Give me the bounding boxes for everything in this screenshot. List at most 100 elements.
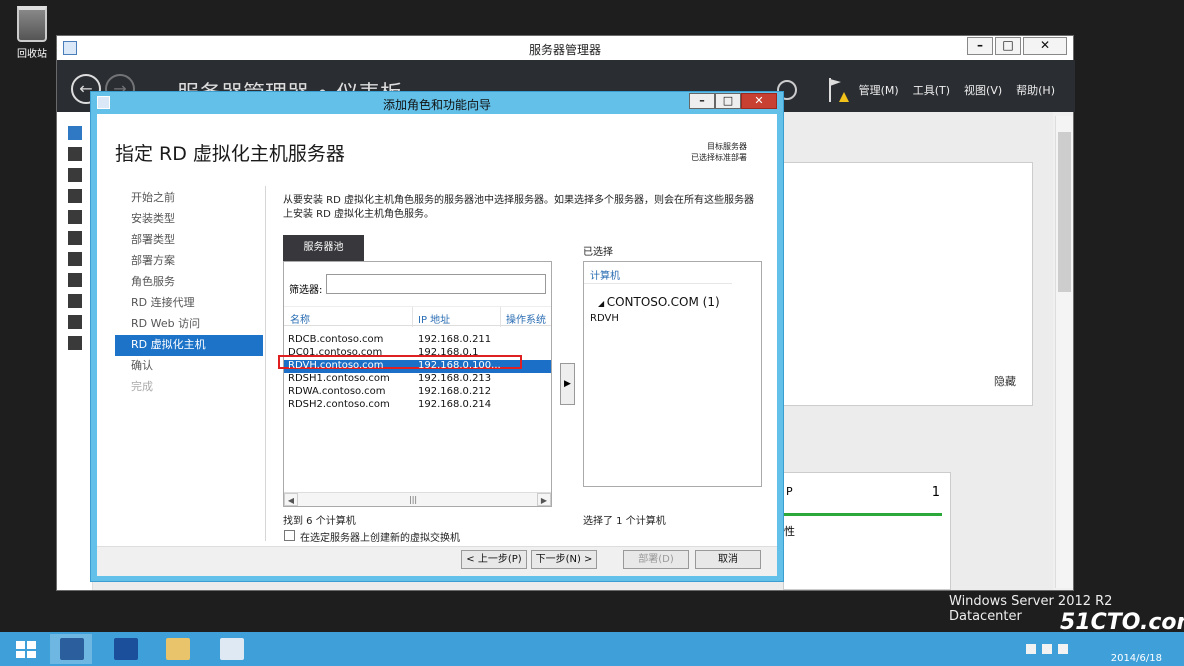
selected-servers-panel: 计算机 ◢ CONTOSO.COM (1) RDVH — [583, 261, 762, 487]
found-count: 找到 6 个计算机 — [283, 516, 356, 527]
server-manager-nav — [57, 112, 93, 590]
local-server-icon[interactable] — [67, 147, 82, 161]
all-servers-icon[interactable] — [67, 168, 82, 182]
hide-link[interactable]: 隐藏 — [994, 373, 1016, 389]
step-confirmation[interactable]: 确认 — [115, 356, 263, 377]
taskbar-explorer[interactable] — [156, 634, 198, 664]
table-row[interactable]: RDSH1.contoso.com 192.168.0.213 — [284, 373, 551, 386]
step-before-you-begin[interactable]: 开始之前 — [115, 188, 263, 209]
recycle-bin-icon — [17, 6, 47, 42]
step-role-services[interactable]: 角色服务 — [115, 272, 263, 293]
tray-network-icon[interactable] — [1042, 644, 1052, 654]
step-results: 完成 — [131, 380, 153, 393]
column-separator[interactable] — [500, 307, 501, 327]
vertical-scrollbar[interactable] — [1055, 116, 1073, 588]
table-row-selected[interactable]: RDVH.contoso.com 192.168.0.100... — [278, 355, 551, 373]
table-row[interactable]: RDWA.contoso.com 192.168.0.212 — [284, 386, 551, 399]
server-ip: 192.168.0.211 — [418, 334, 492, 345]
wizard-close-button[interactable]: ✕ — [741, 93, 777, 109]
tile-count: 1 — [931, 485, 940, 500]
column-name[interactable]: 名称 — [290, 311, 310, 326]
file-services-icon[interactable] — [67, 231, 82, 245]
wizard-body: 指定 RD 虚拟化主机服务器 目标服务器 已选择标准部署 开始之前 安装类型 部… — [97, 114, 777, 576]
hyperv-icon[interactable] — [67, 294, 82, 308]
previous-button[interactable]: < 上一步(P) — [461, 550, 527, 569]
divider — [265, 186, 266, 541]
create-vswitch-label[interactable]: 在选定服务器上创建新的虚拟交换机 — [300, 529, 460, 544]
scroll-left-icon[interactable]: ◀ — [284, 493, 298, 506]
ad-icon[interactable] — [67, 189, 82, 203]
wizard-minimize-button[interactable]: – — [689, 93, 715, 109]
step-deployment-scenario[interactable]: 部署方案 — [115, 251, 263, 272]
column-separator[interactable] — [412, 307, 413, 327]
dashboard-icon[interactable] — [67, 126, 82, 140]
system-tray: 2014/6/18 — [1026, 636, 1176, 664]
wizard-steps: 开始之前 安装类型 部署类型 部署方案 角色服务 RD 连接代理 RD Web … — [115, 188, 263, 398]
filter-input[interactable] — [326, 274, 546, 294]
server-name: RDSH1.contoso.com — [288, 373, 390, 384]
step-rd-virtualization-host[interactable]: RD 虚拟化主机 — [115, 335, 263, 356]
menu-tools[interactable]: 工具(T) — [913, 82, 950, 98]
clock-date[interactable]: 2014/6/18 — [1111, 653, 1162, 664]
tile-label: P — [786, 485, 793, 498]
tray-volume-icon[interactable] — [1058, 644, 1068, 654]
server-table-header: 名称 IP 地址 操作系统 — [284, 306, 551, 327]
scroll-right-icon[interactable]: ▶ — [537, 493, 551, 506]
collapse-icon[interactable]: ◢ — [598, 299, 607, 308]
add-to-selected-button[interactable]: ▶ — [560, 363, 575, 405]
column-ip[interactable]: IP 地址 — [418, 311, 450, 326]
menu-view[interactable]: 视图(V) — [964, 82, 1002, 98]
step-installation-type[interactable]: 安装类型 — [115, 209, 263, 230]
wizard-maximize-button[interactable]: □ — [715, 93, 741, 109]
recycle-bin[interactable]: 回收站 — [10, 6, 54, 60]
rds-icon[interactable] — [67, 273, 82, 287]
server-manager-titlebar: 服务器管理器 – □ ✕ — [57, 36, 1073, 60]
table-row[interactable]: RDCB.contoso.com 192.168.0.211 — [284, 334, 551, 347]
add-roles-wizard: 添加角色和功能向导 – □ ✕ 指定 RD 虚拟化主机服务器 目标服务器 已选择… — [90, 91, 784, 582]
deploy-button: 部署(D) — [623, 550, 689, 569]
minimize-button[interactable]: – — [967, 37, 993, 55]
horizontal-scrollbar[interactable]: ◀ ||| ▶ — [284, 492, 551, 506]
server-ip: 192.168.0.214 — [418, 399, 492, 410]
filter-label: 筛选器: — [289, 285, 323, 296]
wizard-taskbar-icon — [220, 638, 244, 660]
maximize-button[interactable]: □ — [995, 37, 1021, 55]
selected-item[interactable]: RDVH — [590, 313, 619, 324]
wizard-footer: < 上一步(P) 下一步(N) > 部署(D) 取消 — [97, 546, 777, 576]
step-deployment-type[interactable]: 部署类型 — [115, 230, 263, 251]
destination-label: 目标服务器 — [707, 142, 747, 151]
wsus-icon[interactable] — [67, 315, 82, 329]
cancel-button[interactable]: 取消 — [695, 550, 761, 569]
iis-icon[interactable] — [67, 252, 82, 266]
destination-server: 目标服务器 已选择标准部署 — [691, 141, 747, 163]
table-row[interactable]: RDSH2.contoso.com 192.168.0.214 — [284, 399, 551, 412]
next-button[interactable]: 下一步(N) > — [531, 550, 597, 569]
dns-icon[interactable] — [67, 210, 82, 224]
step-rd-web-access[interactable]: RD Web 访问 — [115, 314, 263, 335]
header-line — [584, 283, 732, 284]
column-os[interactable]: 操作系统 — [506, 311, 546, 326]
storage-icon[interactable] — [67, 336, 82, 350]
windows-logo-icon — [16, 641, 36, 658]
tile-performance[interactable]: 性 — [784, 523, 795, 539]
selected-column-computer[interactable]: 计算机 — [590, 267, 620, 282]
menu-manage[interactable]: 管理(M) — [859, 82, 899, 98]
tray-action-center-icon[interactable] — [1026, 644, 1036, 654]
create-vswitch-checkbox[interactable] — [284, 530, 295, 541]
notification-flag-icon[interactable] — [827, 76, 849, 104]
server-group-tile[interactable]: P 1 性 — [783, 472, 951, 590]
start-button[interactable] — [6, 634, 48, 664]
tab-server-pool[interactable]: 服务器池 — [283, 235, 364, 261]
step-rd-connection-broker[interactable]: RD 连接代理 — [115, 293, 263, 314]
server-manager-taskbar-icon — [60, 638, 84, 660]
selected-count: 选择了 1 个计算机 — [583, 516, 666, 527]
selected-group[interactable]: ◢ CONTOSO.COM (1) — [598, 295, 720, 309]
close-button[interactable]: ✕ — [1023, 37, 1067, 55]
taskbar-wizard[interactable] — [210, 634, 252, 664]
scroll-grip-icon[interactable]: ||| — [409, 495, 417, 504]
taskbar-server-manager[interactable] — [50, 634, 92, 664]
menu-help[interactable]: 帮助(H) — [1016, 82, 1055, 98]
taskbar-powershell[interactable] — [104, 634, 146, 664]
scroll-thumb[interactable] — [1058, 132, 1071, 292]
server-ip: 192.168.0.212 — [418, 386, 492, 397]
